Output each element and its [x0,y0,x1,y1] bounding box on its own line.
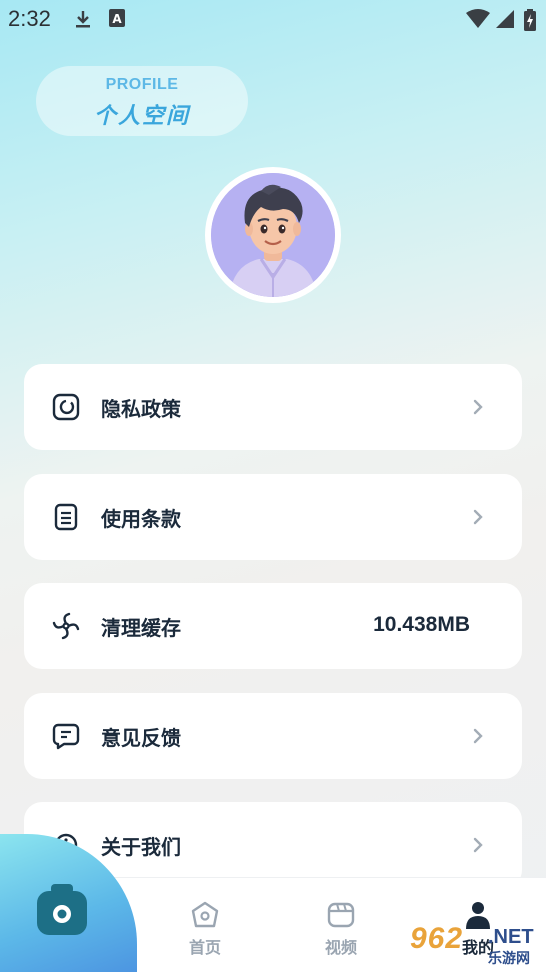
terms-icon [54,503,78,531]
download-icon [76,11,90,28]
menu-item-feedback[interactable]: 意见反馈 [24,693,522,779]
svg-text:A: A [112,12,122,26]
profile-label-cn: 个人空间 [93,104,190,129]
menu-label-clear-cache: 清理缓存 [101,616,181,640]
video-icon [327,902,355,928]
battery-icon [524,9,536,31]
watermark-logo: 962 .NET 乐游网 [404,922,544,968]
menu-label-about: 关于我们 [101,835,181,859]
nav-item-video[interactable]: 视频 [311,900,371,958]
clear-cache-icon [52,612,80,640]
cache-size-value: 10.438MB [373,613,470,636]
watermark-num: 962 [410,922,464,955]
a-badge-icon: A [109,9,125,27]
watermark-cn: 乐游网 [488,951,530,967]
nav-label-video: 视频 [324,938,357,957]
signal-icon [496,10,514,28]
nav-label-home: 首页 [188,938,221,957]
nav-item-home[interactable]: 首页 [175,900,235,958]
menu-item-terms[interactable]: 使用条款 [24,474,522,560]
wifi-icon [466,9,490,28]
watermark-net: .NET [488,926,534,948]
profile-badge: PROFILE 个人空间 [36,66,248,136]
chevron-right-icon [473,728,483,744]
feedback-icon [52,723,80,750]
menu-label-terms: 使用条款 [101,507,181,531]
menu-item-privacy[interactable]: 隐私政策 [24,364,522,450]
status-bar: 2:32 A [0,0,546,40]
menu-label-feedback: 意见反馈 [101,726,181,750]
chevron-right-icon [473,509,483,525]
menu-label-privacy: 隐私政策 [101,397,181,421]
privacy-icon [52,393,80,421]
home-icon [191,901,219,928]
avatar-image [211,173,335,297]
avatar[interactable] [205,167,341,303]
chevron-right-icon [473,837,483,853]
profile-label-en: PROFILE [105,76,179,93]
camera-icon [37,884,87,935]
chevron-right-icon [473,399,483,415]
menu-item-clear-cache[interactable]: 清理缓存 10.438MB [24,583,522,669]
status-time: 2:32 [8,6,51,31]
